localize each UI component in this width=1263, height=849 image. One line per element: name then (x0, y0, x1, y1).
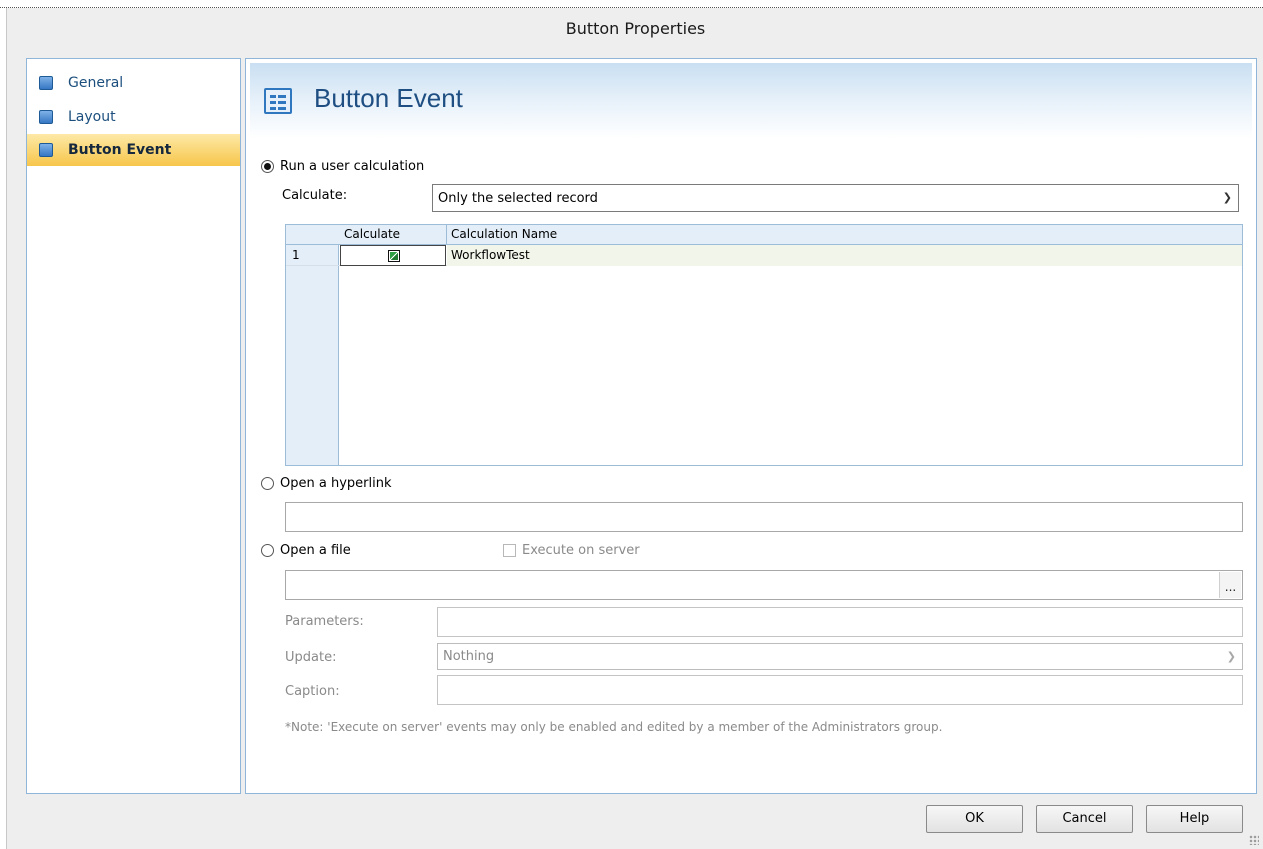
caption-label: Caption: (285, 684, 340, 699)
sidebar-item-label: Button Event (68, 142, 172, 158)
update-select[interactable]: Nothing ❯ (437, 643, 1243, 670)
page-icon (39, 110, 53, 124)
update-select-value: Nothing (443, 649, 495, 664)
execute-on-server-label: Execute on server (522, 543, 640, 558)
browse-button[interactable]: ... (1219, 572, 1241, 598)
chevron-down-icon: ❯ (1222, 190, 1232, 204)
radio-indicator (261, 477, 274, 490)
open-file-radio[interactable]: Open a file (261, 543, 351, 558)
file-path-input[interactable]: ... (285, 570, 1243, 600)
button-properties-dialog: Button Properties General Layout Button … (6, 8, 1263, 849)
checkbox-checked-icon[interactable] (388, 250, 400, 262)
column-header-calculate[interactable]: Calculate (340, 225, 447, 245)
update-label: Update: (285, 650, 337, 665)
ok-button[interactable]: OK (926, 805, 1023, 833)
calculate-select-value: Only the selected record (438, 190, 598, 206)
resize-grip-icon[interactable] (1249, 835, 1259, 845)
sidebar-nav: General Layout Button Event (26, 58, 241, 794)
open-hyperlink-label: Open a hyperlink (280, 476, 392, 491)
button-event-panel: Button Event Run a user calculation Calc… (245, 58, 1257, 794)
sidebar-item-general[interactable]: General (27, 67, 240, 99)
sidebar-item-label: Layout (68, 109, 116, 125)
chevron-down-icon: ❯ (1226, 649, 1236, 663)
panel-title: Button Event (314, 83, 463, 113)
run-calculation-label: Run a user calculation (280, 159, 425, 174)
parameters-label: Parameters: (285, 614, 364, 629)
window-title: Button Properties (7, 8, 1263, 50)
grid-corner (286, 225, 340, 245)
admin-note: *Note: 'Execute on server' events may on… (285, 720, 943, 734)
sidebar-item-layout[interactable]: Layout (27, 101, 240, 133)
calculate-label: Calculate: (282, 188, 348, 203)
calculate-select[interactable]: Only the selected record ❯ (432, 184, 1239, 212)
row-number: 1 (292, 248, 300, 262)
panel-header: Button Event (250, 63, 1252, 139)
caption-input[interactable] (437, 675, 1243, 705)
checkbox-box (503, 544, 516, 557)
radio-indicator (261, 544, 274, 557)
form-icon (264, 88, 292, 114)
help-button[interactable]: Help (1146, 805, 1243, 833)
hyperlink-input[interactable] (285, 502, 1243, 532)
table-row[interactable]: 1 WorkflowTest (286, 245, 1242, 266)
screen-top-edge (0, 0, 1263, 8)
run-calculation-radio[interactable]: Run a user calculation (261, 159, 424, 174)
cancel-button[interactable]: Cancel (1036, 805, 1133, 833)
calculation-name-cell[interactable]: WorkflowTest (447, 245, 1242, 266)
sidebar-item-label: General (68, 75, 124, 91)
page-icon (39, 76, 53, 90)
column-header-calculation-name[interactable]: Calculation Name (447, 225, 1242, 245)
parameters-input[interactable] (437, 607, 1243, 637)
calculations-grid: Calculate Calculation Name 1 WorkflowTes… (285, 224, 1243, 466)
radio-indicator (261, 160, 274, 173)
sidebar-item-button-event[interactable]: Button Event (27, 134, 240, 166)
execute-on-server-checkbox[interactable]: Execute on server (503, 543, 640, 558)
page-icon (39, 143, 53, 157)
open-file-label: Open a file (280, 543, 351, 558)
open-hyperlink-radio[interactable]: Open a hyperlink (261, 476, 391, 491)
calculate-cell[interactable] (340, 245, 446, 266)
